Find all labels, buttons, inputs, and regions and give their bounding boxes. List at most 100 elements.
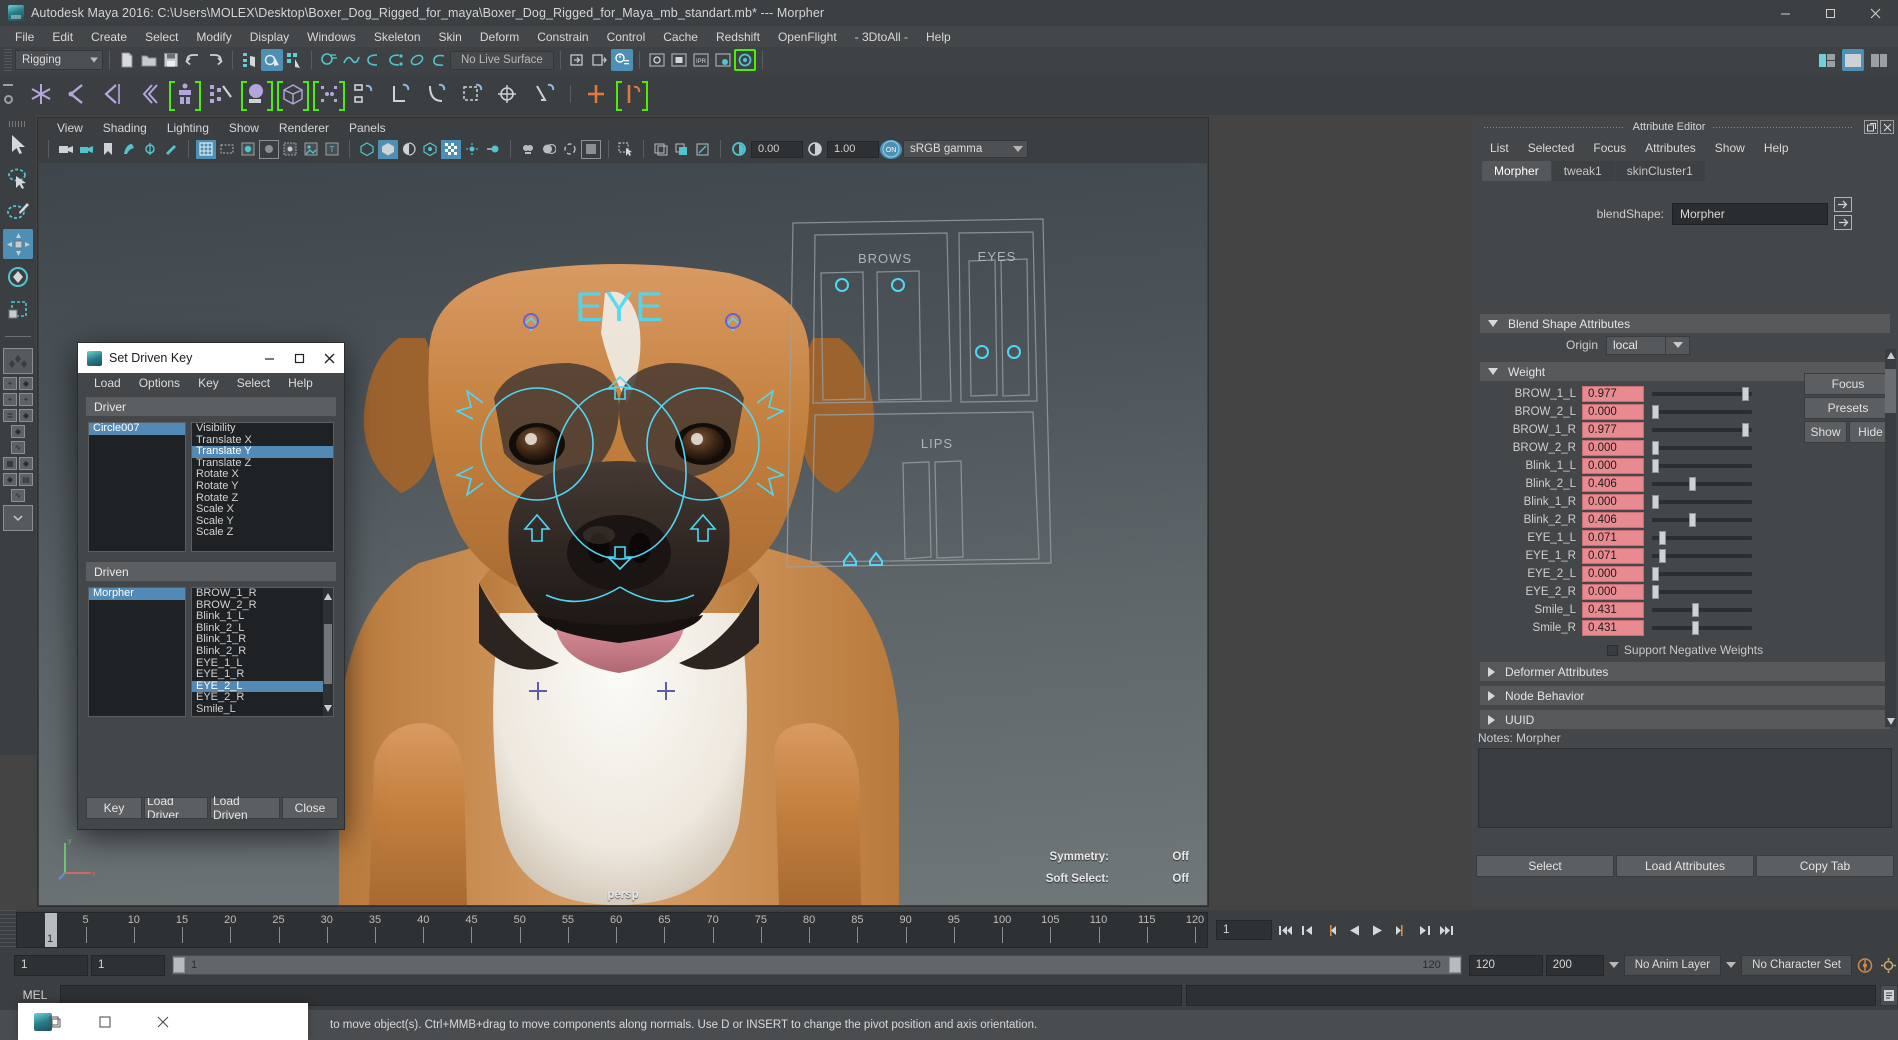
scale-tool-icon[interactable]: [3, 295, 33, 325]
shaded-icon[interactable]: [217, 140, 237, 159]
select-camera-icon[interactable]: [56, 140, 76, 159]
weight-value-field[interactable]: 0.406: [1582, 476, 1644, 492]
driver-attribute-item[interactable]: Scale X: [192, 504, 333, 516]
slider-handle[interactable]: [1741, 387, 1749, 401]
screen-space-ao-icon[interactable]: [420, 140, 440, 159]
viewport-menu-renderer[interactable]: Renderer: [270, 120, 338, 136]
layout-quad-button[interactable]: [3, 348, 33, 374]
minimize-button[interactable]: [1763, 0, 1808, 26]
point-constraint-icon[interactable]: [384, 77, 418, 111]
viewport-menu-show[interactable]: Show: [220, 120, 268, 136]
animation-preferences-icon[interactable]: [1878, 954, 1898, 976]
range-end-field[interactable]: 1: [91, 954, 165, 976]
viewport-select-icon[interactable]: [616, 140, 636, 159]
ik-handle-icon[interactable]: [168, 77, 202, 111]
close-icon[interactable]: [134, 1003, 192, 1040]
driver-attribute-item[interactable]: Scale Z: [192, 527, 333, 539]
exposure-toggle-icon[interactable]: [581, 139, 601, 159]
menuset-selector[interactable]: Rigging: [15, 50, 103, 70]
rotate-tool-icon[interactable]: [3, 262, 33, 292]
menu-item-windows[interactable]: Windows: [298, 28, 365, 46]
menu-item-cache[interactable]: Cache: [654, 28, 707, 46]
color-profile-selector[interactable]: sRGB gamma: [903, 140, 1028, 158]
menu-item-deform[interactable]: Deform: [471, 28, 528, 46]
script-editor-icon[interactable]: [1880, 984, 1898, 1006]
weight-value-field[interactable]: 0.071: [1582, 530, 1644, 546]
layout-anim-button[interactable]: ∿: [11, 489, 25, 502]
origin-value[interactable]: local: [1606, 335, 1666, 355]
weight-value-field[interactable]: 0.000: [1582, 404, 1644, 420]
slider-handle[interactable]: [1689, 513, 1697, 527]
viewport-menu-shading[interactable]: Shading: [94, 120, 156, 136]
viewport-menu-view[interactable]: View: [48, 120, 92, 136]
lasso-select-tool-icon[interactable]: [3, 163, 33, 193]
driven-attribute-item[interactable]: EYE_1_R: [192, 669, 333, 681]
render-view-icon[interactable]: [734, 49, 756, 71]
play-forwards-icon[interactable]: [1367, 919, 1387, 941]
viewport-menu-panels[interactable]: Panels: [340, 120, 395, 136]
sdk-close-button[interactable]: [314, 343, 344, 373]
driven-attribute-item[interactable]: Blink_2_R: [192, 645, 333, 658]
aim-constraint-icon[interactable]: [492, 77, 526, 111]
show-input-connections-icon[interactable]: [567, 49, 589, 71]
color-management-toggle-icon[interactable]: ON: [880, 139, 902, 159]
close-panel-icon[interactable]: [1880, 120, 1895, 134]
slider-handle[interactable]: [1652, 459, 1659, 473]
notes-textarea[interactable]: [1478, 748, 1892, 828]
menu-item-constrain[interactable]: Constrain: [528, 28, 597, 46]
layout-hypershade-button[interactable]: ▦: [3, 457, 17, 470]
weight-value-field[interactable]: 0.071: [1582, 548, 1644, 564]
open-scene-icon[interactable]: [138, 49, 160, 71]
camera-attributes-icon[interactable]: [77, 140, 97, 159]
ae-menu-list[interactable]: List: [1482, 140, 1517, 156]
driver-attribute-list[interactable]: Visibility Translate X Translate Y Translat…: [191, 422, 334, 552]
pole-vector-constraint-icon[interactable]: [528, 77, 562, 111]
slider-handle[interactable]: [1652, 441, 1659, 455]
square-icon[interactable]: [76, 1003, 134, 1040]
multisample-aa-icon[interactable]: [441, 139, 461, 159]
shadows-icon[interactable]: [399, 140, 419, 159]
viewport-menu-lighting[interactable]: Lighting: [158, 120, 218, 136]
scrollbar-thumb[interactable]: [1885, 369, 1896, 413]
load-driver-button[interactable]: Load Driver: [144, 797, 208, 819]
go-to-end-icon[interactable]: [1436, 919, 1456, 941]
range-slider[interactable]: 1 120: [172, 955, 1462, 975]
input-connection-icon[interactable]: [1834, 197, 1852, 212]
show-button[interactable]: Show: [1804, 421, 1847, 443]
copy-tab-button[interactable]: Copy Tab: [1756, 855, 1894, 877]
slider-handle[interactable]: [1652, 495, 1659, 509]
weight-value-field[interactable]: 0.431: [1582, 602, 1644, 618]
tab-tweak1[interactable]: tweak1: [1551, 161, 1614, 181]
snap-to-view-plane-icon[interactable]: [406, 49, 428, 71]
driven-attribute-item[interactable]: Smile_L: [192, 703, 333, 716]
play-backwards-icon[interactable]: [1344, 919, 1364, 941]
weight-slider[interactable]: [1652, 386, 1752, 402]
layout-persp-outliner-button[interactable]: +: [3, 377, 17, 390]
menu-item-skeleton[interactable]: Skeleton: [365, 28, 430, 46]
exposure-field[interactable]: 0.00: [751, 140, 803, 158]
weight-slider[interactable]: [1652, 602, 1752, 618]
live-surface-field[interactable]: No Live Surface: [450, 50, 554, 70]
origin-dropdown-icon[interactable]: [1666, 335, 1690, 355]
weight-slider[interactable]: [1652, 566, 1752, 582]
layout-more-button[interactable]: [3, 505, 33, 531]
layout-graph-editor-button[interactable]: ∿: [11, 441, 25, 454]
driver-attribute-item[interactable]: Visibility: [192, 423, 333, 435]
create-joint-icon[interactable]: [24, 77, 58, 111]
anim-layer-selector[interactable]: No Anim Layer: [1623, 954, 1722, 976]
range-start-field[interactable]: 1: [14, 954, 88, 976]
maximize-button[interactable]: [1808, 0, 1853, 26]
layout-persp-graph-button[interactable]: ◆: [19, 377, 33, 390]
weight-slider[interactable]: [1652, 512, 1752, 528]
current-frame-field[interactable]: 1: [1216, 920, 1272, 940]
close-button[interactable]: Close: [282, 797, 338, 819]
close-button[interactable]: [1853, 0, 1898, 26]
shelf-grip[interactable]: [0, 73, 16, 115]
attribute-editor-toggle-icon[interactable]: [610, 49, 633, 71]
key-button[interactable]: Key: [86, 797, 142, 819]
scale-constraint-icon[interactable]: [456, 77, 490, 111]
driver-object-item[interactable]: Circle007: [89, 423, 185, 435]
blend-shape-attributes-header[interactable]: Blend Shape Attributes: [1480, 314, 1890, 333]
panel-layout-icon[interactable]: [651, 140, 671, 159]
slider-handle[interactable]: [1689, 477, 1697, 491]
